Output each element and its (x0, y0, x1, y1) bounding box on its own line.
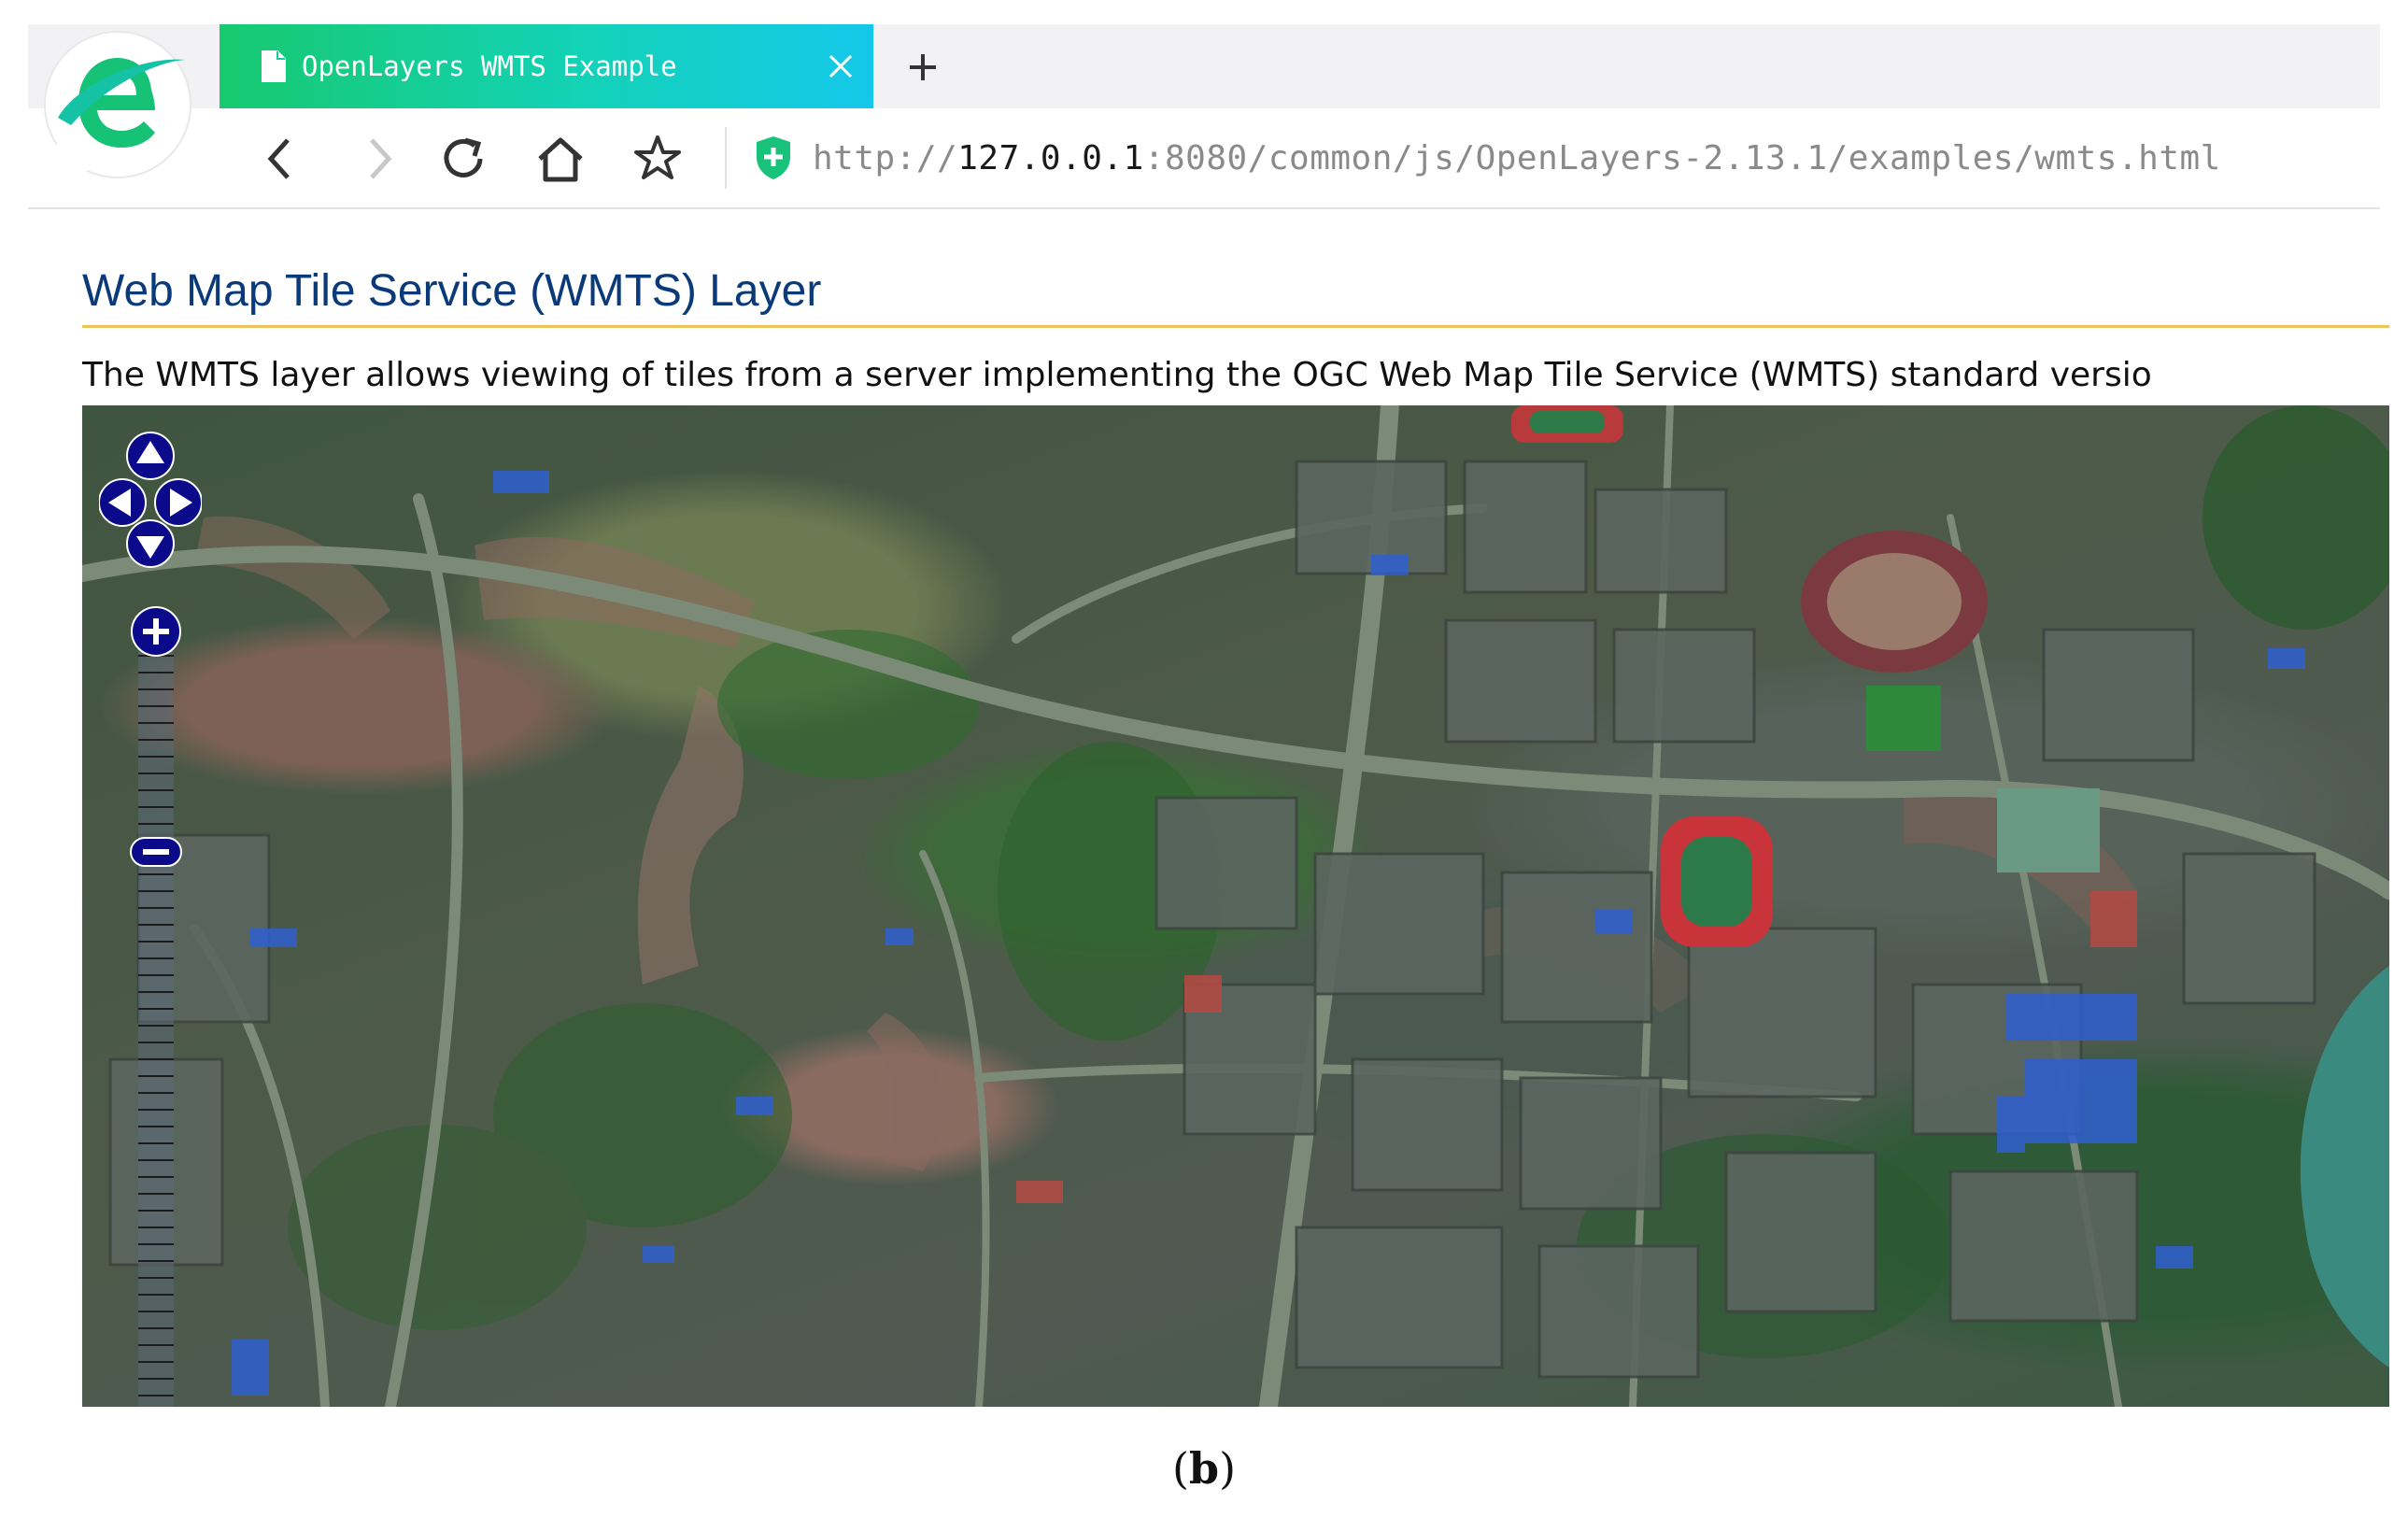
map-viewport[interactable] (82, 405, 2389, 1407)
close-tab-icon[interactable] (808, 24, 873, 108)
zoom-bar (129, 605, 183, 1407)
pan-east-button[interactable] (154, 478, 202, 527)
url-scheme: http:// (813, 139, 958, 177)
new-tab-button[interactable] (897, 41, 949, 93)
navigation-bar: http://127.0.0.1:8080/common/js/OpenLaye… (28, 108, 2380, 209)
back-button[interactable] (252, 131, 308, 187)
tab-title: OpenLayers WMTS Example (302, 50, 677, 82)
browser-window: OpenLayers WMTS Example http://127.0.0.1… (28, 24, 2380, 209)
zoom-slider-handle[interactable] (129, 836, 183, 868)
caption-close: ) (1219, 1443, 1237, 1494)
pan-north-button[interactable] (126, 432, 175, 480)
forward-button[interactable] (351, 131, 407, 187)
browser-tab[interactable]: OpenLayers WMTS Example (220, 24, 873, 108)
favorite-star-button[interactable] (630, 131, 686, 187)
page-description: The WMTS layer allows viewing of tiles f… (82, 356, 2152, 394)
zoom-slider-track[interactable] (129, 605, 183, 1407)
pan-control[interactable] (99, 430, 202, 570)
pan-west-button[interactable] (99, 478, 147, 527)
zoom-in-button[interactable] (129, 605, 183, 658)
address-bar[interactable]: http://127.0.0.1:8080/common/js/OpenLaye… (813, 133, 2373, 185)
security-shield-icon[interactable] (753, 135, 794, 181)
caption-label: b (1188, 1443, 1220, 1494)
reload-button[interactable] (435, 131, 491, 187)
page-title: Web Map Tile Service (WMTS) Layer (82, 265, 2389, 328)
toolbar-divider (725, 127, 727, 189)
caption-open: ( (1171, 1443, 1189, 1494)
tab-bar: OpenLayers WMTS Example (28, 24, 2380, 108)
pan-south-button[interactable] (126, 519, 175, 568)
browser-logo (39, 28, 196, 189)
url-host: 127.0.0.1 (957, 139, 1144, 177)
home-button[interactable] (532, 131, 588, 187)
figure-caption: (b) (0, 1443, 2408, 1494)
url-path: :8080/common/js/OpenLayers-2.13.1/exampl… (1143, 139, 2221, 177)
satellite-imagery (82, 405, 2389, 1407)
page-icon (261, 50, 287, 82)
